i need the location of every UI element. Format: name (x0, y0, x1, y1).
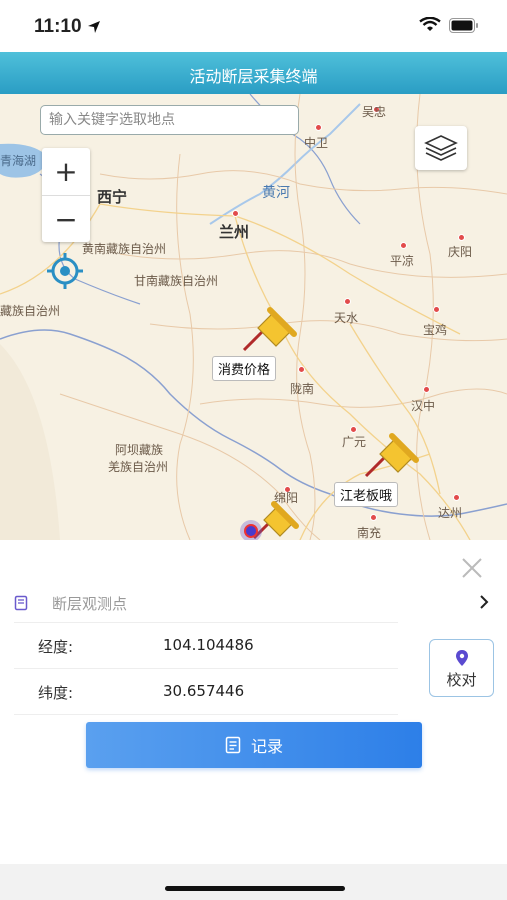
page-title: 活动断层采集终端 (189, 67, 318, 86)
layers-icon (424, 135, 458, 161)
map-label-dazhou: 达州 (438, 506, 463, 520)
verify-label: 校对 (446, 671, 477, 689)
map-label-zangzu: 藏族自治州 (0, 304, 61, 318)
divider (14, 622, 398, 623)
document-icon (14, 595, 28, 611)
map-label-pingliang: 平凉 (390, 254, 415, 268)
city-dot (350, 426, 357, 433)
record-button[interactable]: 记录 (86, 722, 422, 768)
zoom-out-button[interactable]: − (42, 196, 90, 243)
map-label-baoji: 宝鸡 (423, 323, 448, 337)
home-bar-area (0, 864, 507, 900)
map-view[interactable]: 青海湖 西宁 兰州 黄南藏族自治州 甘南藏族自治州 藏族自治州 黄河 吴忠 中卫… (0, 94, 507, 540)
chevron-right-icon (480, 595, 489, 609)
observation-point-placeholder: 断层观测点 (52, 594, 128, 613)
divider (14, 714, 398, 715)
zoom-in-button[interactable]: + (42, 148, 90, 195)
verify-button[interactable]: 校对 (429, 639, 494, 697)
search-input[interactable]: 输入关键字选取地点 (40, 105, 299, 135)
map-label-qingyang: 庆阳 (448, 245, 473, 259)
map-label-tianshui: 天水 (334, 311, 359, 325)
map-label-huangnan: 黄南藏族自治州 (82, 242, 167, 256)
map-label-longnan: 陇南 (290, 382, 315, 396)
status-time: 11:10 (34, 16, 82, 37)
pin-label[interactable]: 江老板哦 (334, 482, 399, 507)
city-dot (315, 124, 322, 131)
search-placeholder: 输入关键字选取地点 (49, 112, 175, 128)
longitude-label: 经度: (38, 638, 74, 656)
wifi-icon (419, 17, 441, 31)
map-pin-icon (456, 650, 468, 666)
city-dot (370, 514, 377, 521)
map-label-aba1: 阿坝藏族 (115, 443, 164, 457)
info-panel: 断层观测点 经度: 104.104486 纬度: 30.657446 校对 记录 (0, 540, 507, 864)
map-label-wuzhong: 吴忠 (362, 105, 387, 119)
map-label-xining: 西宁 (97, 188, 128, 206)
city-dot (433, 306, 440, 313)
header-bar: 活动断层采集终端 (0, 52, 507, 94)
map-label-huanghe: 黄河 (262, 185, 290, 201)
zoom-control: + − (42, 148, 90, 242)
battery-icon (449, 17, 478, 33)
city-dot (453, 494, 460, 501)
current-location-marker-icon (240, 520, 262, 540)
map-label-zhongwei: 中卫 (304, 136, 329, 150)
city-dot (458, 234, 465, 241)
locate-icon[interactable] (46, 252, 84, 290)
location-arrow-icon (88, 21, 100, 33)
status-bar: 11:10 (0, 0, 507, 52)
map-label-qinghai: 青海湖 (0, 154, 37, 168)
city-dot (423, 386, 430, 393)
latitude-value: 30.657446 (163, 682, 245, 700)
observation-point-selector[interactable]: 断层观测点 (14, 590, 494, 616)
map-label-lanzhou: 兰州 (219, 223, 250, 241)
city-dot (298, 366, 305, 373)
home-indicator[interactable] (165, 886, 345, 891)
record-label: 记录 (250, 737, 283, 756)
layers-button[interactable] (415, 126, 467, 170)
map-label-gannan: 甘南藏族自治州 (134, 274, 219, 288)
city-dot (232, 210, 239, 217)
close-icon[interactable] (460, 556, 484, 580)
longitude-value: 104.104486 (163, 636, 254, 654)
map-label-aba2: 羌族自治州 (108, 460, 169, 474)
record-document-icon (225, 736, 241, 754)
latitude-label: 纬度: (38, 684, 74, 702)
city-dot (344, 298, 351, 305)
pushpin-icon[interactable] (240, 306, 298, 354)
divider (14, 668, 398, 669)
pin-label[interactable]: 消费价格 (212, 356, 277, 381)
city-dot (400, 242, 407, 249)
map-label-nanchong: 南充 (357, 526, 382, 540)
map-label-hanzhong: 汉中 (411, 399, 436, 413)
pushpin-icon[interactable] (362, 432, 420, 480)
